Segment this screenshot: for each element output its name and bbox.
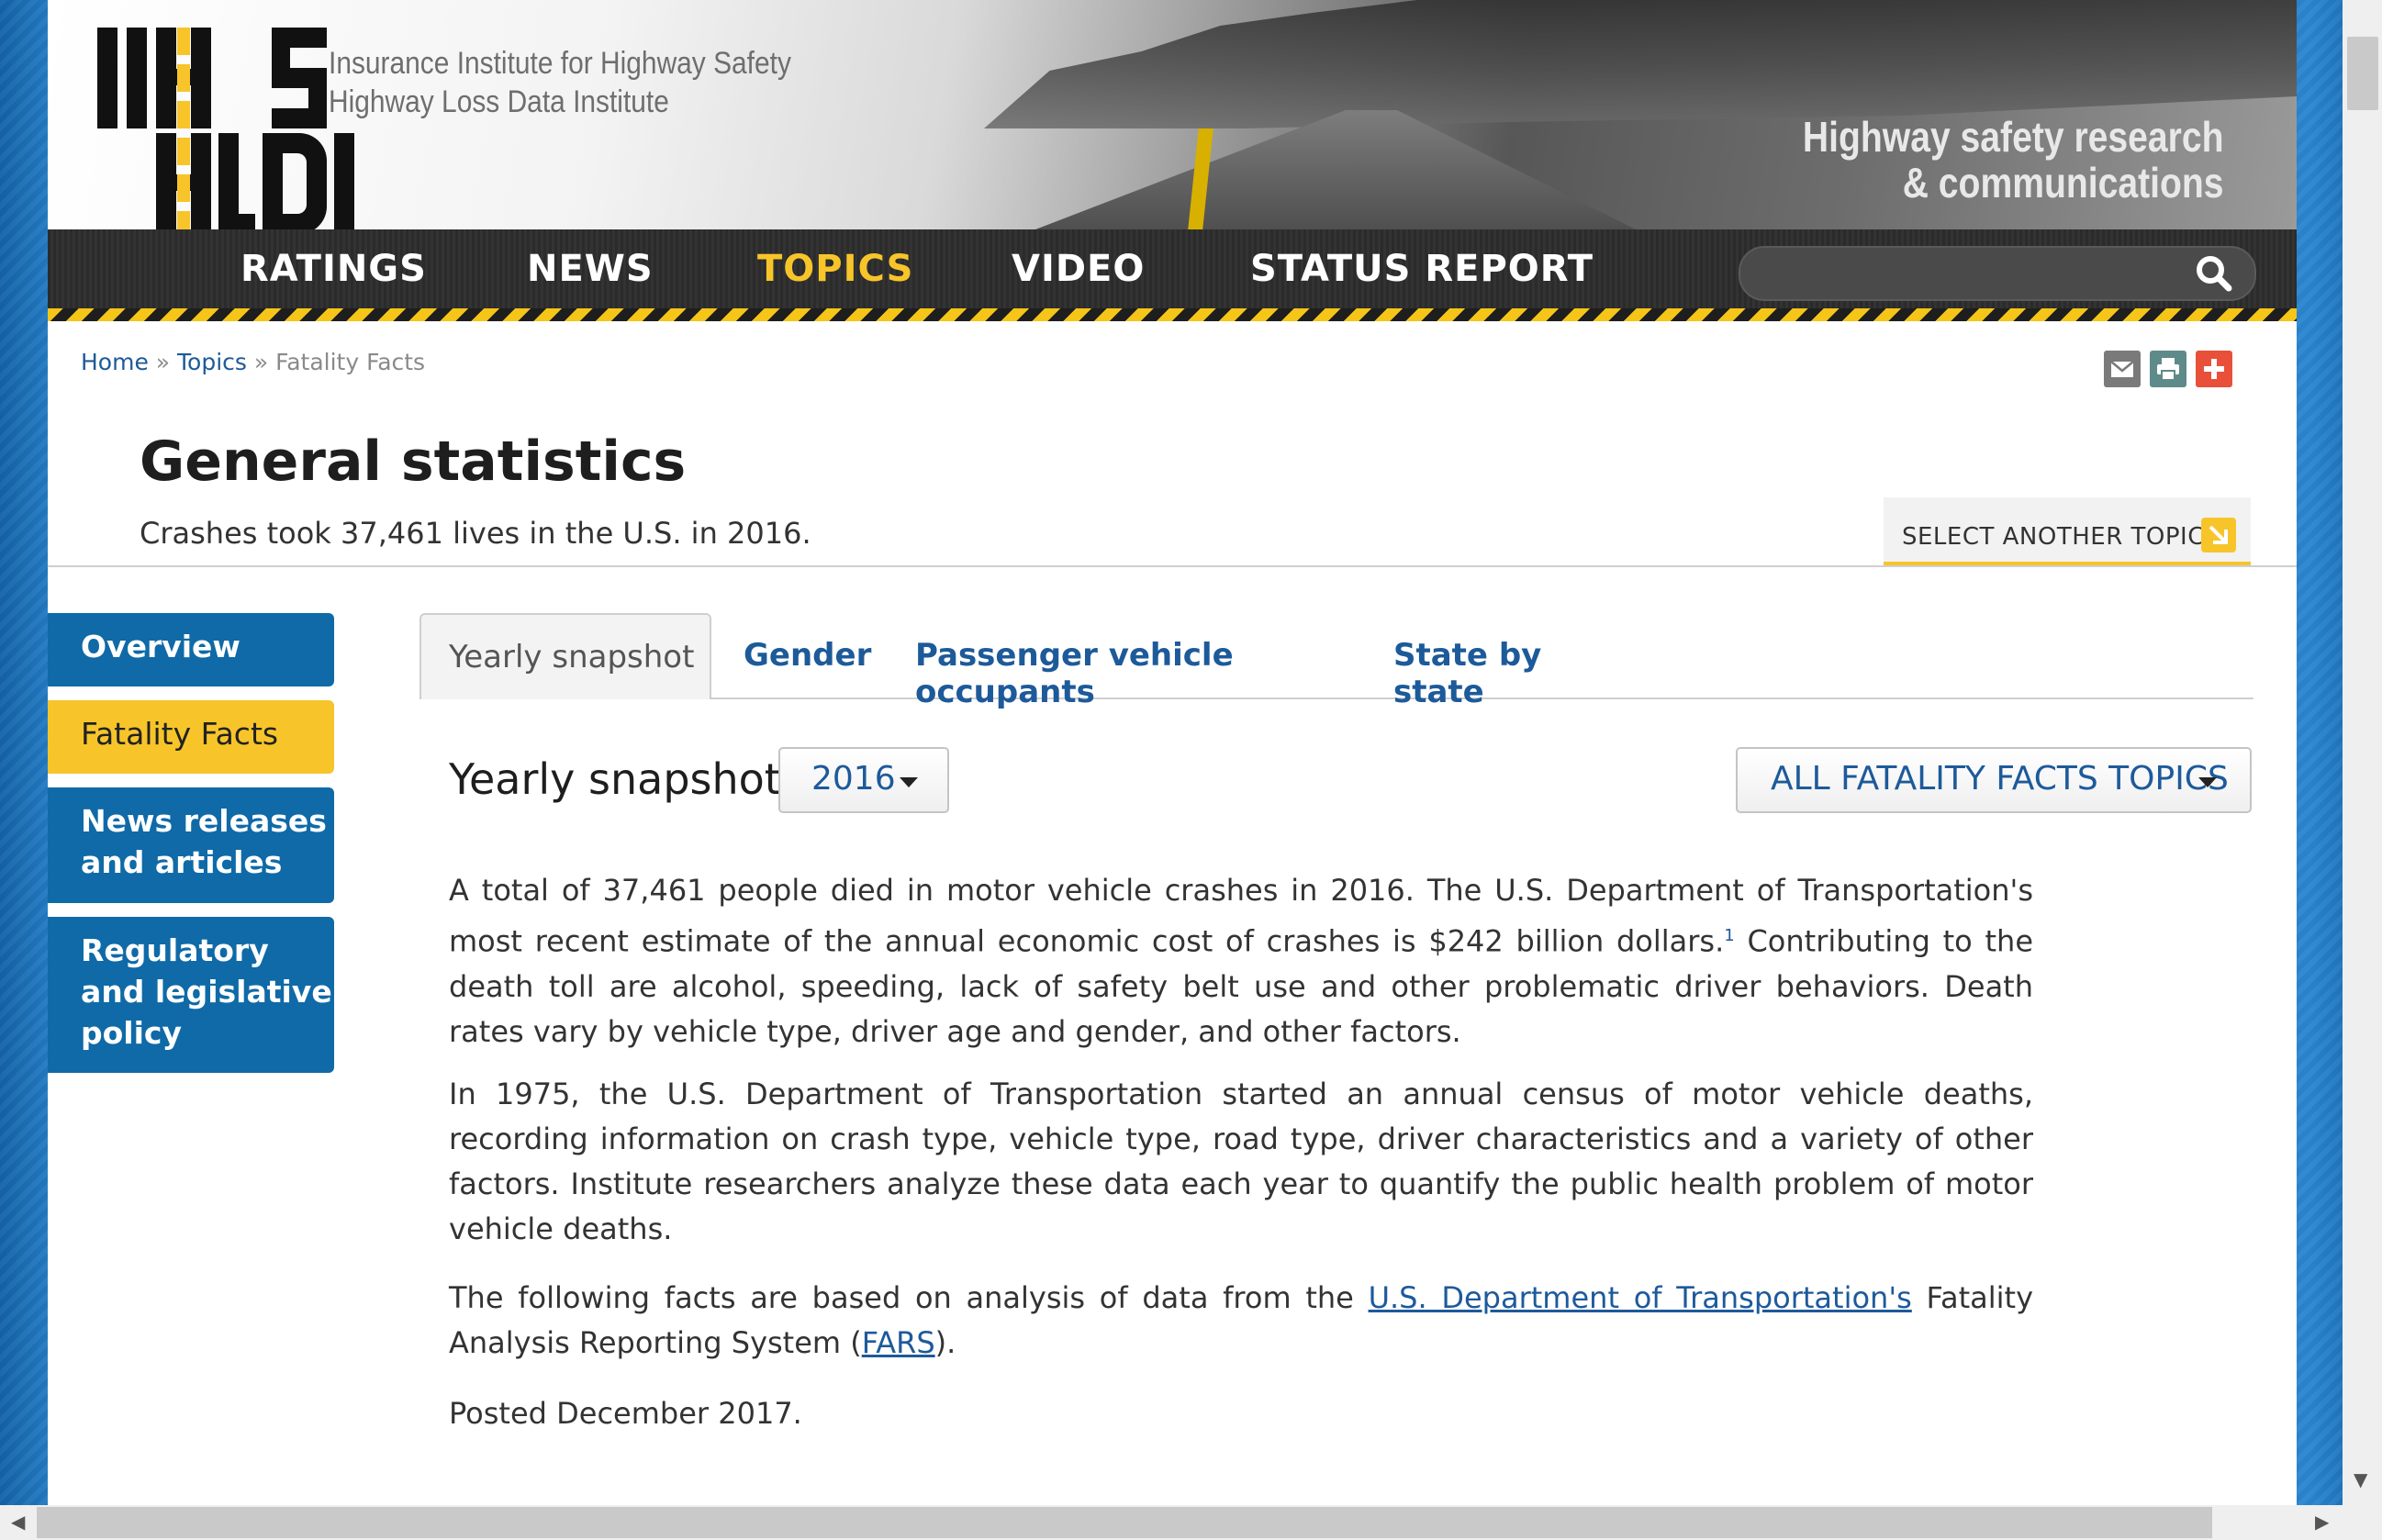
tab-state-by-state[interactable]: State by state: [1393, 613, 1614, 710]
add-share-icon[interactable]: [2196, 351, 2232, 387]
nav-ratings[interactable]: RATINGS: [240, 248, 427, 290]
vertical-scrollbar-thumb[interactable]: [2347, 37, 2378, 110]
arrow-down-right-icon: [2201, 518, 2236, 552]
sidebar-item-label: policy: [81, 1015, 182, 1051]
breadcrumb-separator: »: [155, 349, 171, 375]
header-photo-trees: [984, 0, 2297, 128]
nav-topics[interactable]: TOPICS: [757, 248, 913, 290]
sidebar-item-overview[interactable]: Overview: [48, 613, 334, 686]
year-select-value: 2016: [811, 760, 896, 798]
paragraph-intro: A total of 37,461 people died in motor v…: [449, 868, 2033, 1055]
tab-label: Yearly snapshot: [449, 639, 695, 675]
logo-text: Insurance Institute for Highway Safety H…: [329, 44, 791, 121]
sidebar-item-label: and legislative: [81, 974, 332, 1010]
all-fatality-facts-topics-dropdown[interactable]: ALL FATALITY FACTS TOPICS: [1736, 747, 2252, 813]
sidebar-item-fatality-facts[interactable]: Fatality Facts: [48, 700, 334, 774]
paragraph-source: The following facts are based on analysi…: [449, 1276, 2033, 1366]
sidebar-item-regulatory-policy[interactable]: Regulatory and legislative policy: [48, 917, 334, 1073]
sidebar-item-label: Overview: [81, 629, 240, 664]
section-title: Yearly snapshot: [449, 754, 781, 804]
email-icon[interactable]: [2104, 351, 2141, 387]
paragraph-history: In 1975, the U.S. Department of Transpor…: [449, 1077, 2033, 1246]
page-subtitle: Crashes took 37,461 lives in the U.S. in…: [140, 516, 811, 551]
all-topics-label: ALL FATALITY FACTS TOPICS: [1771, 760, 2229, 798]
select-another-topic-button[interactable]: SELECT ANOTHER TOPIC: [1884, 497, 2251, 566]
tab-label: Passenger vehicle occupants: [915, 637, 1234, 710]
breadcrumb: Home » Topics » Fatality Facts: [81, 349, 425, 375]
tab-label: State by state: [1393, 637, 1542, 710]
vertical-scrollbar[interactable]: [2343, 0, 2382, 1505]
chevron-down-icon: [900, 777, 918, 787]
breadcrumb-topics[interactable]: Topics: [177, 349, 247, 375]
header-tagline: Highway safety research & communications: [1802, 114, 2223, 206]
paragraph-text: The following facts are based on analysi…: [449, 1280, 1369, 1315]
tagline-line1: Highway safety research: [1802, 113, 2223, 161]
nav-news[interactable]: NEWS: [527, 248, 654, 290]
sidebar-item-label: Fatality Facts: [81, 716, 279, 752]
search-input[interactable]: [1739, 246, 2256, 301]
nav-video[interactable]: VIDEO: [1012, 248, 1145, 290]
tab-gender[interactable]: Gender: [744, 613, 872, 697]
footnote-link[interactable]: 1: [1724, 926, 1734, 945]
logo-text-hldi: Highway Loss Data Institute: [329, 84, 669, 119]
iihs-hldi-logo[interactable]: [97, 28, 363, 229]
chevron-down-icon: [2198, 777, 2217, 787]
tab-yearly-snapshot[interactable]: Yearly snapshot: [419, 613, 711, 699]
nav-status-report[interactable]: STATUS REPORT: [1250, 248, 1594, 290]
section-divider: [48, 565, 2297, 567]
scroll-right-arrow-icon[interactable]: ▶: [2315, 1511, 2329, 1533]
tab-label: Gender: [744, 637, 872, 674]
logo-text-iihs: Insurance Institute for Highway Safety: [329, 46, 791, 81]
site-header: Insurance Institute for Highway Safety H…: [48, 0, 2297, 229]
tagline-line2: & communications: [1902, 159, 2223, 206]
scroll-down-arrow-icon[interactable]: ▼: [2354, 1468, 2367, 1490]
breadcrumb-current: Fatality Facts: [275, 349, 426, 375]
sidebar-item-news-releases[interactable]: News releases and articles: [48, 787, 334, 903]
scroll-left-arrow-icon[interactable]: ◀: [11, 1511, 25, 1533]
sidebar-item-label: and articles: [81, 844, 283, 880]
breadcrumb-separator: »: [253, 349, 269, 375]
page-title: General statistics: [140, 430, 687, 494]
dot-link[interactable]: U.S. Department of Transportation's: [1369, 1280, 1912, 1315]
paragraph-text: ).: [934, 1325, 956, 1360]
page-container: Insurance Institute for Highway Safety H…: [48, 0, 2297, 1505]
posted-date: Posted December 2017.: [449, 1396, 802, 1431]
tab-passenger-vehicle-occupants[interactable]: Passenger vehicle occupants: [915, 613, 1347, 710]
breadcrumb-home[interactable]: Home: [81, 349, 149, 375]
print-icon[interactable]: [2150, 351, 2186, 387]
sidebar-item-label: News releases: [81, 803, 327, 839]
horizontal-scrollbar-thumb[interactable]: [37, 1507, 2212, 1538]
select-topic-label: SELECT ANOTHER TOPIC: [1902, 523, 2205, 551]
search-icon[interactable]: [2194, 253, 2234, 294]
fars-link[interactable]: FARS: [862, 1325, 935, 1360]
year-select-dropdown[interactable]: 2016: [778, 747, 949, 813]
sidebar-item-label: Regulatory: [81, 932, 269, 968]
nav-hazard-stripe: [48, 308, 2297, 321]
